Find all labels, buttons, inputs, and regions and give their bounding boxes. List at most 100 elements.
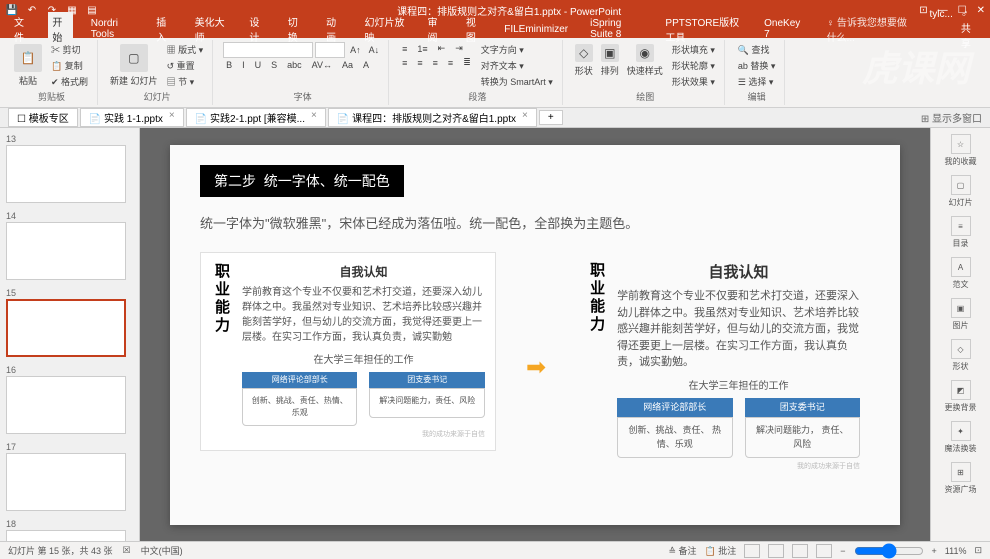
user-label[interactable]: tylc... xyxy=(930,9,953,50)
side-images[interactable]: ▣图片 xyxy=(951,298,971,331)
right-card-2: 团支委书记 解决问题能力， 责任、风险 xyxy=(745,398,860,459)
doc-tab-add[interactable]: + xyxy=(539,110,563,125)
font-color-button[interactable]: A xyxy=(360,59,372,71)
underline-button[interactable]: U xyxy=(252,59,265,71)
replace-button[interactable]: ab 替换 ▾ xyxy=(735,58,779,73)
view-slideshow-button[interactable] xyxy=(816,544,832,558)
copy-button[interactable]: 📋 复制 xyxy=(48,58,91,73)
shape-effect-button[interactable]: 形状效果 ▾ xyxy=(669,74,718,89)
slide-counter: 幻灯片 第 15 张，共 43 张 xyxy=(8,544,113,557)
bold-button[interactable]: B xyxy=(223,59,235,71)
align-text-button[interactable]: 对齐文本 ▾ xyxy=(478,58,556,73)
arrange-button[interactable]: ▣排列 xyxy=(599,42,621,79)
shape-fill-button[interactable]: 形状填充 ▾ xyxy=(669,42,718,57)
section-button[interactable]: ▤ 节 ▾ xyxy=(164,74,207,89)
tab-ispring[interactable]: iSpring Suite 8 xyxy=(586,16,647,42)
thumb-16[interactable]: 16 xyxy=(6,365,133,434)
smartart-button[interactable]: 转换为 SmartArt ▾ xyxy=(478,74,556,89)
layout-button[interactable]: ▦ 版式 ▾ xyxy=(164,42,207,57)
left-body-text: 学前教育这个专业不仅要和艺术打交道，还要深入幼儿群体之中。我虽然对专业知识、艺术… xyxy=(242,285,485,345)
format-painter-button[interactable]: ✔ 格式刷 xyxy=(48,74,91,89)
side-magic[interactable]: ✦魔法换装 xyxy=(945,421,977,454)
indent-left-button[interactable]: ⇤ xyxy=(435,42,449,55)
slide-canvas[interactable]: 第二步 统一字体、统一配色 统一字体为"微软雅黑"，宋体已经成为落伍啦。统一配色… xyxy=(140,128,930,541)
font-size-input[interactable] xyxy=(315,42,345,58)
select-button[interactable]: ☰ 选择 ▾ xyxy=(735,74,779,89)
spacing-button[interactable]: AV↔ xyxy=(309,59,335,71)
tab-nordri[interactable]: Nordri Tools xyxy=(87,16,139,42)
doc-tab-templates[interactable]: ☐ 模板专区 xyxy=(8,108,78,127)
view-reading-button[interactable] xyxy=(792,544,808,558)
doc-tab-3[interactable]: 📄 课程四：排版规则之对齐&留白1.pptx× xyxy=(328,108,537,127)
tell-me-input[interactable]: ♀ 告诉我您想要做什么... xyxy=(827,14,916,44)
columns-button[interactable]: ≣ xyxy=(460,56,474,69)
view-sorter-button[interactable] xyxy=(768,544,784,558)
font-family-input[interactable] xyxy=(223,42,313,58)
shadow-button[interactable]: S xyxy=(268,59,280,71)
close-icon[interactable]: × xyxy=(522,110,528,125)
thumb-13[interactable]: 13 xyxy=(6,134,133,203)
language-label[interactable]: 中文(中国) xyxy=(141,544,183,557)
group-label: 字体 xyxy=(223,90,382,103)
qat-icon-5[interactable]: ▤ xyxy=(85,5,99,16)
side-bg[interactable]: ◩更换背景 xyxy=(945,380,977,413)
fit-button[interactable]: ⊡ xyxy=(974,545,982,556)
close-icon[interactable]: × xyxy=(169,110,175,125)
thumb-18[interactable]: 18 xyxy=(6,519,133,541)
new-slide-button[interactable]: ▢新建 幻灯片 xyxy=(108,42,160,89)
document-tabs: ☐ 模板专区 📄 实践 1-1.pptx× 📄 实践2-1.ppt [兼容模..… xyxy=(0,108,990,128)
view-normal-button[interactable] xyxy=(744,544,760,558)
zoom-out-button[interactable]: − xyxy=(840,546,845,556)
side-sample[interactable]: A范文 xyxy=(951,257,971,290)
doc-tab-2[interactable]: 📄 实践2-1.ppt [兼容模...× xyxy=(186,108,326,127)
strike-button[interactable]: abc xyxy=(284,59,305,71)
ribbon-options-icon[interactable]: ⊡ xyxy=(919,5,927,16)
thumb-15[interactable]: 15 xyxy=(6,288,133,357)
font-shrink-button[interactable]: A↓ xyxy=(366,42,383,58)
multi-window-button[interactable]: ⊞ 显示多窗口 xyxy=(921,110,982,125)
italic-button[interactable]: I xyxy=(239,59,248,71)
notes-button[interactable]: ≙ 备注 xyxy=(668,544,696,557)
side-favorites[interactable]: ☆我的收藏 xyxy=(945,134,977,167)
side-toc[interactable]: ≡目录 xyxy=(951,216,971,249)
thumb-14[interactable]: 14 xyxy=(6,211,133,280)
zoom-in-button[interactable]: + xyxy=(932,546,937,556)
group-paragraph: ≡ 1≡ ⇤ ⇥ ≡ ≡ ≡ ≡ ≣ 文字方向 ▾ 对齐文本 ▾ 转换为 Sma… xyxy=(393,40,563,105)
cut-button[interactable]: ✂ 剪切 xyxy=(48,42,91,57)
tab-onekey[interactable]: OneKey 7 xyxy=(760,16,804,42)
zoom-label[interactable]: 111% xyxy=(945,546,967,556)
shapes-button[interactable]: ◇形状 xyxy=(573,42,595,79)
align-right-button[interactable]: ≡ xyxy=(430,56,441,69)
indent-right-button[interactable]: ⇥ xyxy=(452,42,466,55)
share-button[interactable]: ♂ 共享 xyxy=(961,9,980,50)
slide-thumbnails[interactable]: 13 14 15 16 17 18 xyxy=(0,128,140,541)
left-column: 职业能力 自我认知 学前教育这个专业不仅要和艺术打交道，还要深入幼儿群体之中。我… xyxy=(200,252,496,452)
zoom-slider[interactable] xyxy=(854,543,924,559)
align-center-button[interactable]: ≡ xyxy=(414,56,425,69)
spellcheck-icon[interactable]: ☒ xyxy=(123,545,131,556)
side-resources[interactable]: ⊞资源广场 xyxy=(945,462,977,495)
paste-button[interactable]: 📋粘贴 xyxy=(12,42,44,89)
align-justify-button[interactable]: ≡ xyxy=(445,56,456,69)
thumb-17[interactable]: 17 xyxy=(6,442,133,511)
bullets-button[interactable]: ≡ xyxy=(399,42,410,55)
reset-button[interactable]: ↺ 重置 xyxy=(164,58,207,73)
text-direction-button[interactable]: 文字方向 ▾ xyxy=(478,42,556,57)
quick-style-button[interactable]: ◉快速样式 xyxy=(625,42,665,79)
doc-tab-1[interactable]: 📄 实践 1-1.pptx× xyxy=(80,108,184,127)
align-left-button[interactable]: ≡ xyxy=(399,56,410,69)
case-button[interactable]: Aa xyxy=(339,59,356,71)
slide-content[interactable]: 第二步 统一字体、统一配色 统一字体为"微软雅黑"，宋体已经成为落伍啦。统一配色… xyxy=(170,145,900,525)
vertical-title: 职业能力 xyxy=(586,262,607,473)
close-icon[interactable]: × xyxy=(311,110,317,125)
tab-fileminimizer[interactable]: FILEminimizer xyxy=(500,22,572,37)
find-button[interactable]: 🔍 查找 xyxy=(735,42,779,57)
numbering-button[interactable]: 1≡ xyxy=(414,42,430,55)
comments-button[interactable]: 📋 批注 xyxy=(705,544,737,557)
font-grow-button[interactable]: A↑ xyxy=(347,42,364,58)
side-slides[interactable]: ▢幻灯片 xyxy=(949,175,973,208)
group-drawing: ◇形状 ▣排列 ◉快速样式 形状填充 ▾ 形状轮廓 ▾ 形状效果 ▾ 绘图 xyxy=(567,40,725,105)
left-card-1: 网络评论部部长 创新、挑战、责任、热情、乐观 xyxy=(242,372,357,426)
side-shapes[interactable]: ◇形状 xyxy=(951,339,971,372)
shape-outline-button[interactable]: 形状轮廓 ▾ xyxy=(669,58,718,73)
